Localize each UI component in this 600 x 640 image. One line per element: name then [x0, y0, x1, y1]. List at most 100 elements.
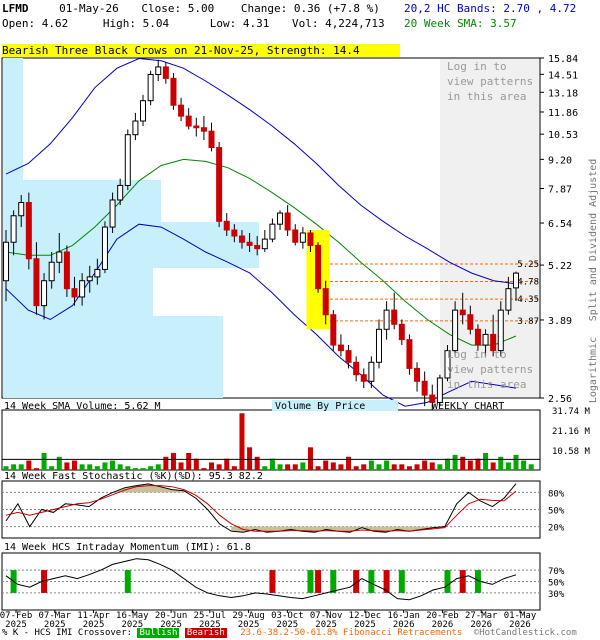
volume-bar: [94, 466, 100, 470]
candle-body: [56, 251, 63, 263]
volume-bar: [467, 460, 473, 470]
price-tick-label: 7.87: [548, 184, 572, 195]
candle-body: [322, 288, 329, 316]
vbp-block: [3, 316, 223, 398]
volume-bar: [315, 466, 321, 470]
price-tick-label: 3.89: [548, 316, 572, 327]
candle-body: [254, 244, 261, 250]
imi-bearish-marker: [459, 570, 466, 593]
candle-body: [467, 314, 474, 330]
volume-bar: [376, 464, 382, 470]
volume-bar: [11, 464, 17, 470]
volume-bar: [148, 466, 154, 470]
candle-body: [155, 66, 162, 75]
price-tick-label: 13.18: [548, 88, 578, 99]
volume-bar: [262, 466, 268, 470]
volume-bar: [498, 456, 504, 470]
volume-bar: [285, 464, 291, 470]
volume-bar: [186, 452, 192, 470]
fib-label: 4.35: [517, 295, 539, 305]
bearish-badge: Bearish: [184, 628, 227, 638]
volume-tick-label: 21.16 M: [552, 427, 591, 437]
side-label-adjusted: Split and Dividend Adjusted: [588, 159, 599, 322]
candle-body: [71, 288, 78, 298]
candle-body: [307, 232, 314, 246]
volume-bar: [307, 447, 313, 470]
volume-bar: [437, 464, 443, 470]
volume-bar: [277, 464, 283, 470]
pattern-banner: Bearish Three Black Crows on 21-Nov-25, …: [2, 44, 400, 57]
stoch-tick-label: 80%: [548, 489, 565, 499]
login-text: in this area: [447, 90, 526, 103]
volume-bar: [132, 468, 138, 470]
weekly-title: WEEKLY CHART: [432, 401, 504, 412]
volume-bar: [3, 466, 9, 470]
volume-bar: [528, 464, 534, 470]
volume-bar: [155, 464, 161, 470]
volume-bar: [269, 458, 275, 470]
login-text: in this area: [447, 378, 526, 391]
volume-title: 14 Week SMA Volume: 5.62 M: [4, 401, 161, 412]
candle-body: [505, 288, 512, 311]
volume-bar: [201, 468, 207, 470]
volume-bar: [475, 458, 481, 470]
candle-body: [292, 229, 299, 243]
login-text: Log in to: [447, 60, 507, 73]
volume-bar: [216, 464, 222, 470]
candle-body: [269, 223, 276, 240]
price-tick-label: 2.56: [548, 394, 572, 405]
volume-bar: [452, 454, 458, 470]
volume-bar: [193, 458, 199, 470]
price-tick-label: 9.20: [548, 155, 572, 166]
volume-bar: [330, 462, 336, 470]
candle-body: [41, 280, 48, 307]
volume-bar: [399, 464, 405, 470]
volume-bar: [140, 468, 146, 470]
candle-body: [383, 309, 390, 330]
candle-body: [33, 258, 40, 307]
candle-body: [170, 77, 177, 106]
candle-body: [353, 361, 360, 376]
volume-bar: [513, 454, 519, 470]
vbp-block: [3, 222, 259, 268]
price-panel: 5.25 4.78 4.35 3.87 15.84 14.51 13.18 11.86 10.5…: [1, 54, 599, 411]
candle-body: [459, 309, 466, 316]
volume-tick-label: 10.58 M: [552, 447, 591, 457]
volume-bar: [368, 460, 374, 470]
imi-bullish-marker: [368, 570, 375, 593]
vbp-title: Volume By Price: [275, 401, 365, 412]
candle-body: [391, 309, 398, 325]
side-label-log: Logarithmic: [588, 337, 599, 403]
candle-body: [337, 344, 344, 352]
candle-body: [185, 115, 192, 127]
fib-label: 3.87: [517, 317, 539, 327]
volume-bar: [72, 460, 78, 470]
candle-body: [414, 367, 421, 382]
login-text: Log in to: [447, 348, 507, 361]
volume-bar: [414, 464, 420, 470]
candle-body: [513, 272, 519, 289]
volume-bar: [490, 462, 496, 470]
candle-body: [208, 130, 215, 149]
volume-bar: [429, 462, 435, 470]
volume-bar: [49, 466, 55, 470]
imi-tick-label: 70%: [548, 567, 565, 577]
login-text: view patterns: [447, 75, 533, 88]
pattern-banner-text: Bearish Three Black Crows on 21-Nov-25, …: [2, 44, 360, 57]
candle-body: [315, 244, 322, 290]
volume-bar: [178, 462, 184, 470]
candle-body: [277, 212, 284, 225]
imi-bullish-marker: [124, 570, 131, 593]
candle-body: [330, 314, 337, 346]
fib-label: 4.78: [517, 278, 539, 288]
imi-tick-label: 30%: [548, 590, 565, 600]
stoch-tick-label: 50%: [548, 507, 565, 517]
volume-bar: [26, 460, 32, 470]
volume-bar: [323, 460, 329, 470]
candle-body: [79, 280, 86, 298]
volume-bar: [483, 452, 489, 470]
candle-body: [452, 309, 459, 352]
vbp-block: [3, 58, 23, 198]
volume-bar: [163, 456, 169, 470]
candle-body: [231, 229, 238, 237]
